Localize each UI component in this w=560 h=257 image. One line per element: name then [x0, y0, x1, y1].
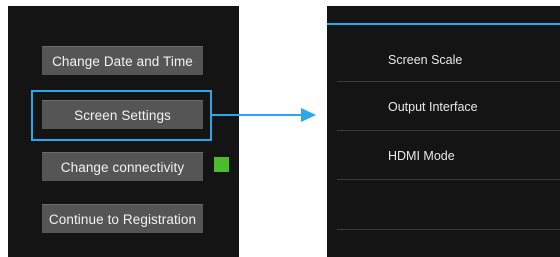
setting-row-output-interface[interactable]: Output Interface	[327, 82, 560, 132]
setting-label-output-interface: Output Interface	[388, 100, 478, 114]
panel-top-accent	[327, 23, 560, 25]
setting-row-screen-scale[interactable]: Screen Scale	[327, 35, 560, 85]
setting-row-hdmi-mode[interactable]: HDMI Mode	[327, 131, 560, 181]
setting-label-hdmi-mode: HDMI Mode	[388, 149, 455, 163]
screen-settings-highlight	[31, 90, 212, 141]
screen-settings-panel: Screen Scale Output Interface HDMI Mode	[327, 6, 560, 257]
navigation-arrow-line	[212, 114, 304, 116]
arrow-right-icon	[301, 108, 316, 122]
setting-label-screen-scale: Screen Scale	[388, 53, 463, 67]
row-divider	[337, 179, 560, 180]
row-divider	[337, 229, 560, 230]
change-date-time-button[interactable]: Change Date and Time	[42, 46, 203, 75]
connectivity-status-indicator	[214, 157, 229, 172]
change-connectivity-button[interactable]: Change connectivity	[42, 152, 203, 181]
continue-registration-button[interactable]: Continue to Registration	[42, 204, 203, 233]
